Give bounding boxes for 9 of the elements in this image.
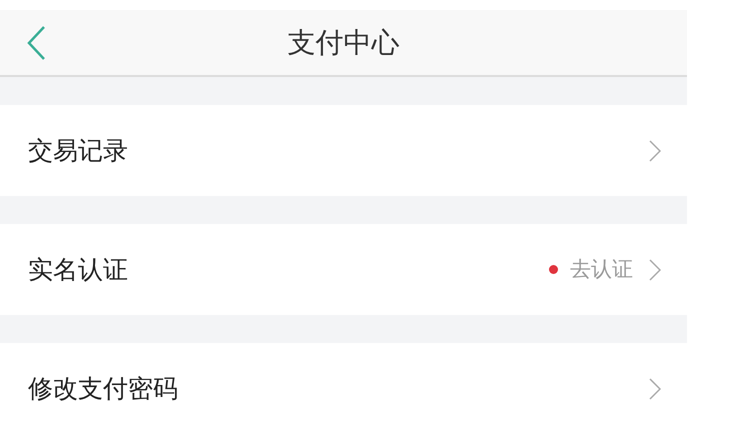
status-text: 去认证 bbox=[570, 256, 633, 283]
item-label: 交易记录 bbox=[28, 134, 129, 167]
item-label: 修改支付密码 bbox=[28, 372, 179, 405]
item-label: 实名认证 bbox=[28, 254, 129, 286]
chevron-icon bbox=[649, 258, 661, 280]
chevron-icon bbox=[649, 378, 661, 400]
back-icon bbox=[26, 24, 46, 60]
page-title: 支付中心 bbox=[288, 24, 400, 60]
chevron-icon bbox=[649, 140, 661, 162]
